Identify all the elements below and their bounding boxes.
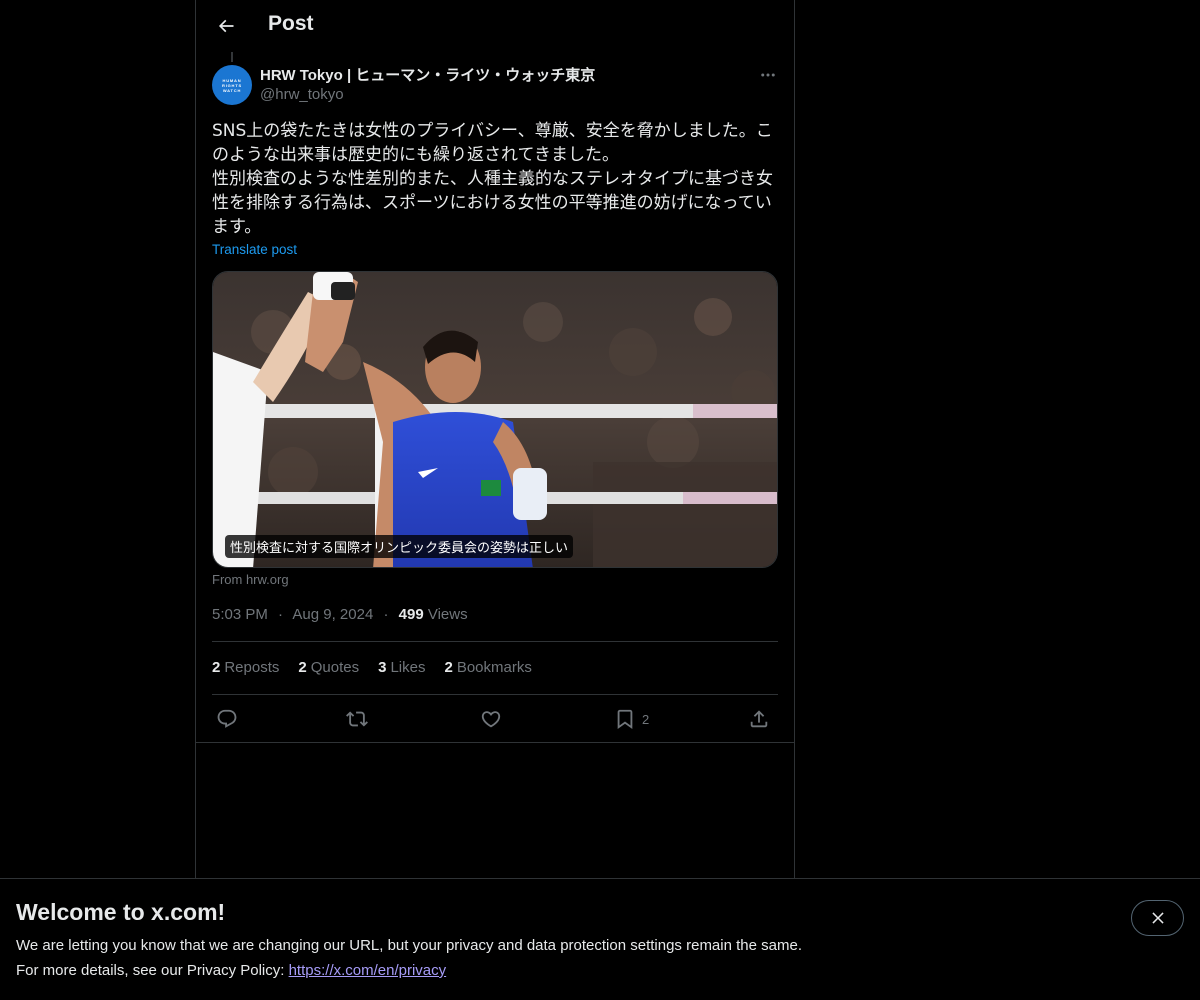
divider (212, 694, 778, 695)
arrow-left-icon (218, 19, 234, 33)
bookmark-button[interactable]: 2 (614, 707, 649, 731)
engagement-stats: 2 Reposts 2 Quotes 3 Likes 2 Bookmarks (212, 659, 532, 676)
share-icon (750, 710, 768, 728)
bookmarks-count: 2 (444, 659, 453, 676)
share-button[interactable] (748, 707, 770, 731)
views-label: Views (427, 606, 468, 623)
post-meta: 5:03 PM · Aug 9, 2024 · 499 Views (212, 606, 468, 623)
post-bottom-border (196, 742, 794, 743)
meta-separator: · (383, 606, 389, 623)
link-card-source[interactable]: From hrw.org (212, 572, 289, 587)
bookmarks-label: Bookmarks (456, 659, 532, 676)
welcome-banner: Welcome to x.com! We are letting you kno… (0, 878, 1200, 1000)
avatar-text-3: WATCH (222, 87, 242, 93)
back-button[interactable] (208, 8, 244, 44)
translate-post-link[interactable]: Translate post (212, 242, 297, 257)
reposts-stat[interactable]: 2 Reposts (212, 659, 279, 676)
meta-separator: · (278, 606, 284, 623)
likes-stat[interactable]: 3 Likes (378, 659, 425, 676)
like-button[interactable] (480, 707, 502, 731)
quotes-stat[interactable]: 2 Quotes (298, 659, 359, 676)
post-text: SNS上の袋たたきは女性のプライバシー、尊厳、安全を脅かしました。このような出来… (212, 121, 773, 237)
reposts-label: Reposts (224, 659, 280, 676)
likes-label: Likes (390, 659, 426, 676)
banner-privacy-line: For more details, see our Privacy Policy… (16, 962, 446, 979)
link-card-caption: 性別検査に対する国際オリンピック委員会の姿勢は正しい (225, 535, 574, 558)
repost-icon (346, 711, 368, 727)
bookmark-icon (617, 709, 633, 730)
post-time[interactable]: 5:03 PM (212, 606, 268, 623)
views-count: 499 (398, 606, 424, 623)
thread-connector (231, 52, 233, 62)
more-options-button[interactable] (754, 64, 782, 86)
boxing-photo-image (213, 272, 777, 567)
author-display-name[interactable]: HRW Tokyo | ヒューマン・ライツ・ウォッチ東京 (260, 64, 595, 85)
reposts-count: 2 (212, 659, 221, 676)
likes-count: 3 (378, 659, 387, 676)
author-handle[interactable]: @hrw_tokyo (260, 86, 344, 103)
close-banner-button[interactable] (1131, 900, 1184, 936)
privacy-policy-link[interactable]: https://x.com/en/privacy (289, 962, 447, 979)
heart-icon (481, 711, 501, 728)
more-dots-icon (761, 73, 775, 77)
primary-column: Post HUMAN RIGHTS WATCH HRW Tokyo | ヒューマ… (195, 0, 795, 1000)
quotes-label: Quotes (310, 659, 360, 676)
bookmark-count: 2 (642, 711, 650, 727)
link-card-image[interactable]: 性別検査に対する国際オリンピック委員会の姿勢は正しい (212, 271, 778, 568)
page-title: Post (268, 12, 314, 35)
repost-button[interactable] (346, 707, 368, 731)
bookmarks-stat[interactable]: 2 Bookmarks (444, 659, 531, 676)
quotes-count: 2 (298, 659, 307, 676)
top-bar: Post (196, 0, 794, 54)
post-actions: 2 (212, 705, 778, 733)
banner-title: Welcome to x.com! (16, 899, 226, 925)
avatar[interactable]: HUMAN RIGHTS WATCH (212, 65, 252, 105)
divider (212, 641, 778, 642)
close-icon (1151, 912, 1164, 924)
reply-icon (217, 709, 237, 728)
post-date[interactable]: Aug 9, 2024 (292, 606, 373, 623)
banner-privacy-prefix: For more details, see our Privacy Policy… (16, 962, 289, 979)
banner-message: We are letting you know that we are chan… (16, 937, 802, 954)
reply-button[interactable] (216, 707, 238, 731)
